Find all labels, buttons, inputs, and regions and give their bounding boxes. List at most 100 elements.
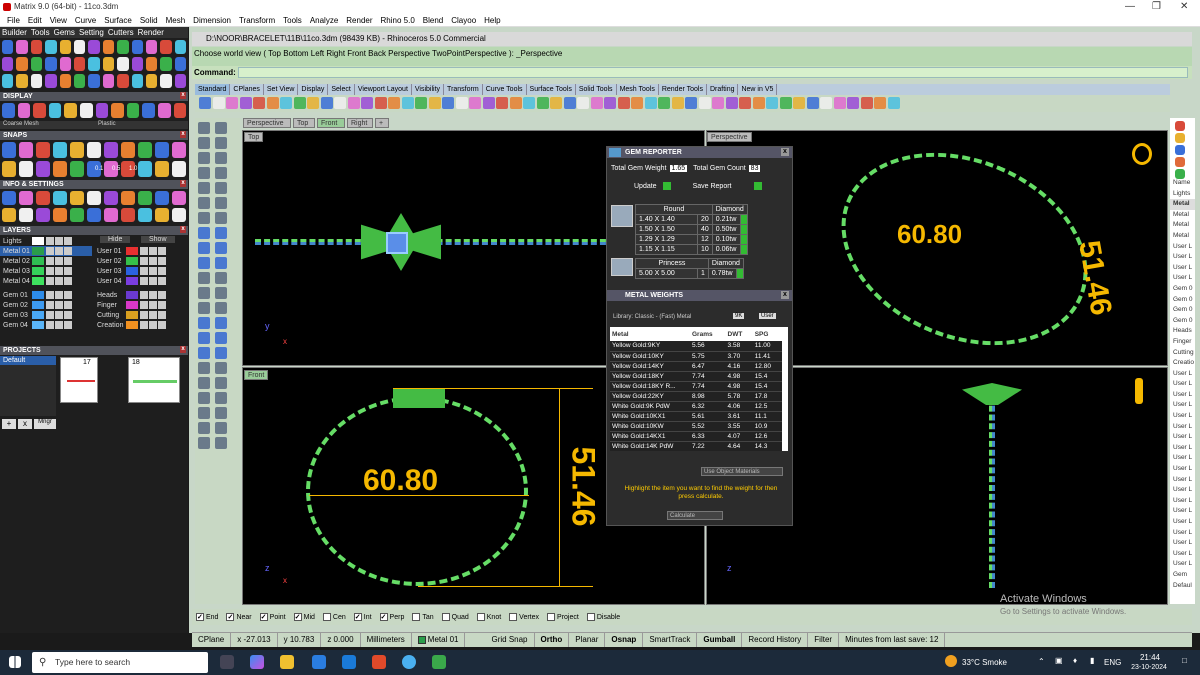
standard-tool-icon[interactable] xyxy=(671,97,684,109)
toolbar-tab-set-view[interactable]: Set View xyxy=(264,84,299,95)
builder-tool-icon[interactable] xyxy=(74,57,86,71)
layer-panel-item[interactable]: User L xyxy=(1170,411,1195,422)
modeling-tool-icon[interactable] xyxy=(215,272,227,284)
builder-tool-icon[interactable] xyxy=(88,74,100,88)
weather-icon[interactable] xyxy=(945,655,957,667)
update-go-icon[interactable] xyxy=(662,182,671,190)
layer-color-swatch[interactable] xyxy=(32,237,44,245)
layer-color-swatch[interactable] xyxy=(126,247,138,255)
modeling-tool-icon[interactable] xyxy=(198,182,210,194)
standard-tool-icon[interactable] xyxy=(590,97,603,109)
status-ortho[interactable]: Ortho xyxy=(535,633,570,647)
lock-icon[interactable] xyxy=(140,247,148,255)
visible-icon[interactable] xyxy=(55,267,63,275)
snap-tool-icon[interactable] xyxy=(19,161,33,177)
pen-icon[interactable] xyxy=(1135,378,1143,404)
lock-icon[interactable] xyxy=(140,311,148,319)
checkbox-icon[interactable] xyxy=(547,613,556,621)
osnap-cen[interactable]: Cen xyxy=(322,613,346,621)
modeling-tool-icon[interactable] xyxy=(215,167,227,179)
snap-tool-icon[interactable] xyxy=(155,142,169,158)
checkbox-icon[interactable] xyxy=(509,613,518,621)
render-icon[interactable] xyxy=(64,257,72,265)
snap-value[interactable]: 1.0 xyxy=(129,166,137,172)
close-icon[interactable]: x xyxy=(781,291,789,299)
task-view-icon[interactable] xyxy=(220,655,234,669)
copilot-icon[interactable] xyxy=(250,655,264,669)
display-tool-icon[interactable] xyxy=(158,103,171,118)
info-tool-icon[interactable] xyxy=(87,191,101,205)
layer-panel-item[interactable]: Cutting xyxy=(1170,348,1195,359)
builder-tool-icon[interactable] xyxy=(74,40,86,54)
layer-row[interactable]: Metal 01 xyxy=(0,246,92,256)
standard-tool-icon[interactable] xyxy=(482,97,495,109)
standard-tool-icon[interactable] xyxy=(523,97,535,109)
info-tool-icon[interactable] xyxy=(121,208,135,222)
metal-row[interactable]: White Gold:10KW 5.52 3.55 10.9 xyxy=(610,421,782,432)
visible-icon[interactable] xyxy=(149,311,157,319)
toolbar-tab-render-tools[interactable]: Render Tools xyxy=(659,84,707,95)
layer-panel-item[interactable]: Creatio xyxy=(1170,358,1195,369)
metal-row[interactable]: White Gold:14K PdW 7.22 4.64 14.3 xyxy=(610,441,782,451)
layer-color-swatch[interactable] xyxy=(126,291,138,299)
standard-tool-icon[interactable] xyxy=(779,97,792,109)
layer-panel-item[interactable]: User L xyxy=(1170,273,1195,284)
modeling-tool-icon[interactable] xyxy=(198,227,210,239)
standard-tool-icon[interactable] xyxy=(820,97,832,109)
checkbox-icon[interactable] xyxy=(322,613,331,621)
visible-icon[interactable] xyxy=(149,257,157,265)
builder-tool-icon[interactable] xyxy=(16,57,28,71)
snap-tool-icon[interactable] xyxy=(53,161,67,177)
viewport-tab-add[interactable]: + xyxy=(375,118,389,128)
standard-tool-icon[interactable] xyxy=(739,97,751,109)
layer-panel-item[interactable]: User L xyxy=(1170,443,1195,454)
builder-tool-icon[interactable] xyxy=(102,57,115,71)
render-icon[interactable] xyxy=(64,247,72,255)
layer-panel-item[interactable]: User L xyxy=(1170,538,1195,549)
layer-row[interactable]: Finger xyxy=(94,300,186,310)
standard-tool-icon[interactable] xyxy=(307,97,319,109)
standard-tool-icon[interactable] xyxy=(239,97,252,109)
modeling-tool-icon[interactable] xyxy=(198,257,210,269)
close-icon[interactable]: x xyxy=(180,226,186,233)
layer-color-swatch[interactable] xyxy=(126,267,138,275)
layer-panel-item[interactable]: Defaul xyxy=(1170,581,1195,592)
info-tool-icon[interactable] xyxy=(121,191,135,205)
lock-icon[interactable] xyxy=(46,301,54,309)
panel-icon[interactable] xyxy=(1175,145,1185,155)
modeling-tool-icon[interactable] xyxy=(198,407,210,419)
menu-clayoo[interactable]: Clayoo xyxy=(447,14,480,26)
info-tool-icon[interactable] xyxy=(2,191,16,205)
modeling-tool-icon[interactable] xyxy=(215,317,227,329)
layer-row[interactable]: User 04 xyxy=(94,276,186,286)
layer-panel-item[interactable]: User L xyxy=(1170,549,1195,560)
layer-panel-item[interactable]: User L xyxy=(1170,528,1195,539)
standard-tool-icon[interactable] xyxy=(806,97,819,109)
standard-tool-icon[interactable] xyxy=(685,97,697,109)
builder-tool-icon[interactable] xyxy=(45,57,57,71)
status-gumball[interactable]: Gumball xyxy=(697,633,743,647)
close-icon[interactable]: ✕ xyxy=(1180,0,1188,14)
layer-panel-item[interactable]: User L xyxy=(1170,390,1195,401)
menu-mesh[interactable]: Mesh xyxy=(162,14,190,26)
standard-tool-icon[interactable] xyxy=(496,97,508,109)
metal-row[interactable]: White Gold:9K PdW 6.32 4.06 12.5 xyxy=(610,401,782,412)
layer-color-swatch[interactable] xyxy=(32,277,44,285)
toolbar-tab-new-in-v5[interactable]: New in V5 xyxy=(738,84,778,95)
file-explorer-icon[interactable] xyxy=(280,655,294,669)
snap-tool-icon[interactable] xyxy=(172,142,186,158)
standard-tool-icon[interactable] xyxy=(536,97,549,109)
standard-tool-icon[interactable] xyxy=(725,97,738,109)
store-icon[interactable] xyxy=(312,655,326,669)
modeling-tool-icon[interactable] xyxy=(215,422,227,434)
modeling-tool-icon[interactable] xyxy=(198,332,210,344)
osnap-mid[interactable]: ✓ Mid xyxy=(293,613,315,621)
modeling-tool-icon[interactable] xyxy=(215,377,227,389)
info-tool-icon[interactable] xyxy=(138,208,152,222)
info-tool-icon[interactable] xyxy=(36,191,50,205)
windows-start-icon[interactable] xyxy=(9,656,21,668)
snap-tool-icon[interactable] xyxy=(138,142,152,158)
panel-icon[interactable] xyxy=(1175,169,1185,179)
lock-icon[interactable] xyxy=(46,321,54,329)
layer-row[interactable]: Gem 02 xyxy=(0,300,92,310)
